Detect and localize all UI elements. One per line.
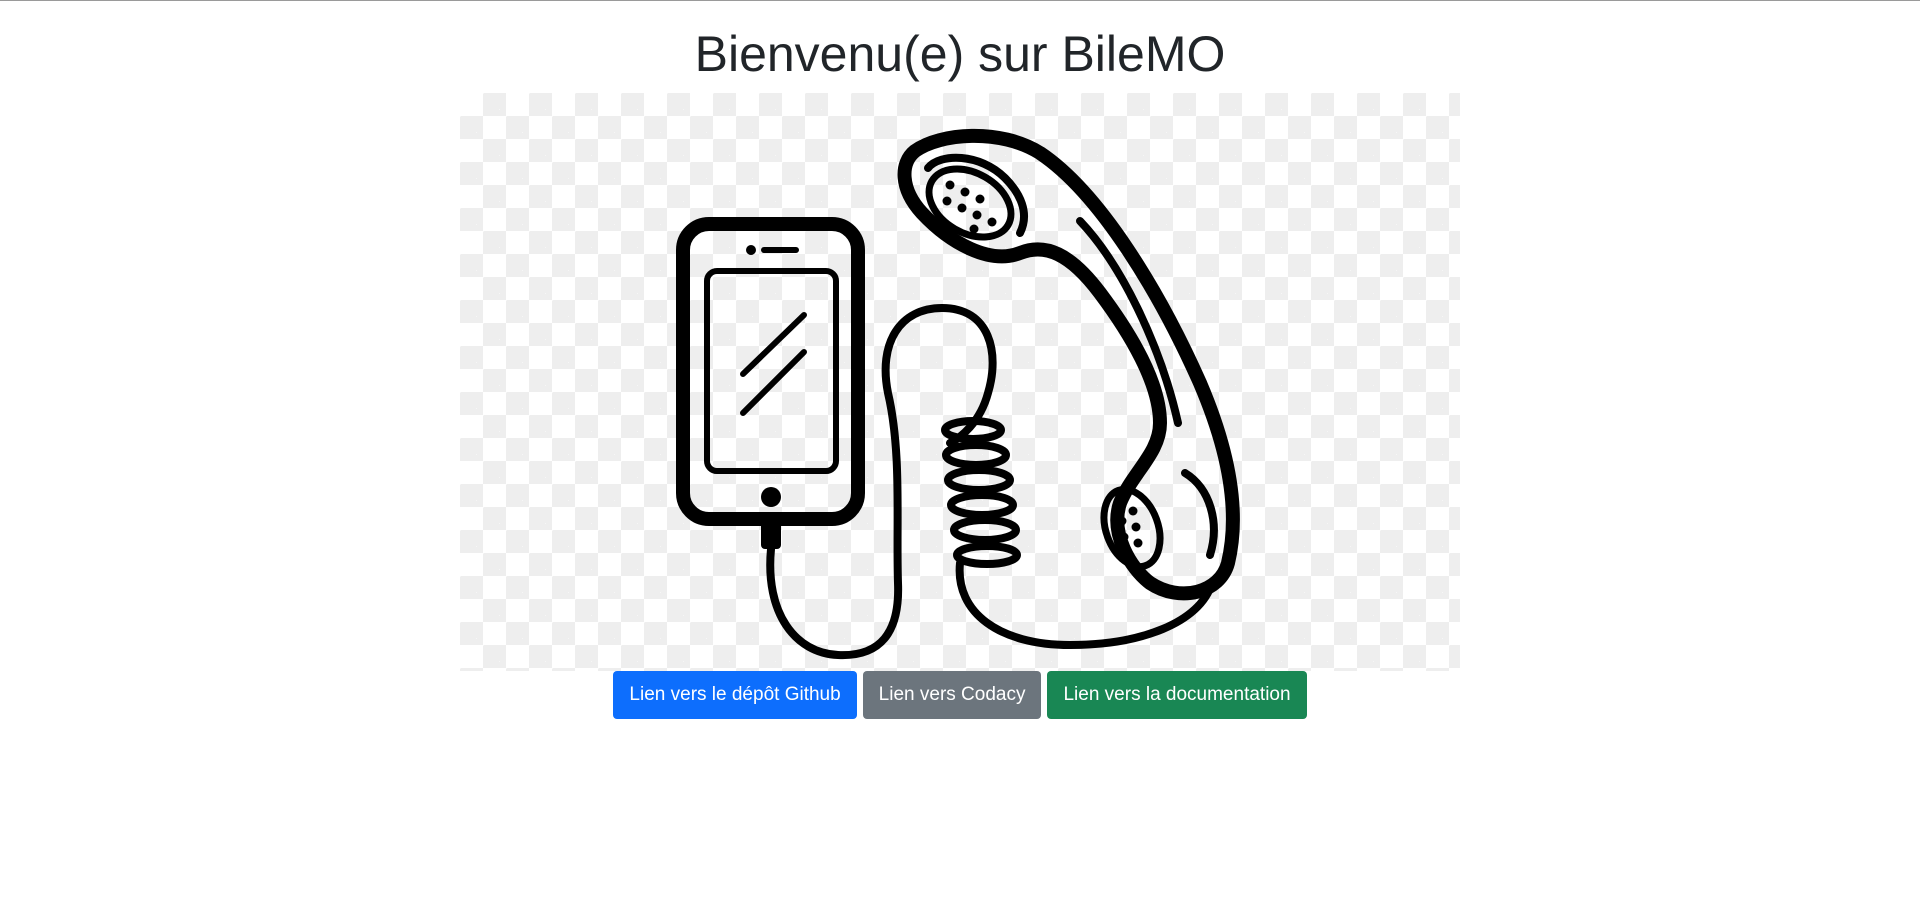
phone-handset-illustration-icon [676, 128, 1240, 660]
main-container: Bienvenu(e) sur BileMO Lien vers le dépô… [0, 0, 1920, 719]
github-link-button[interactable]: Lien vers le dépôt Github [613, 671, 857, 719]
codacy-link-button[interactable]: Lien vers Codacy [862, 671, 1042, 719]
hero-image [460, 93, 1460, 671]
button-row: Lien vers le dépôt Github Lien vers Coda… [613, 671, 1307, 719]
documentation-link-button[interactable]: Lien vers la documentation [1047, 671, 1307, 719]
page-title: Bienvenu(e) sur BileMO [694, 26, 1226, 82]
